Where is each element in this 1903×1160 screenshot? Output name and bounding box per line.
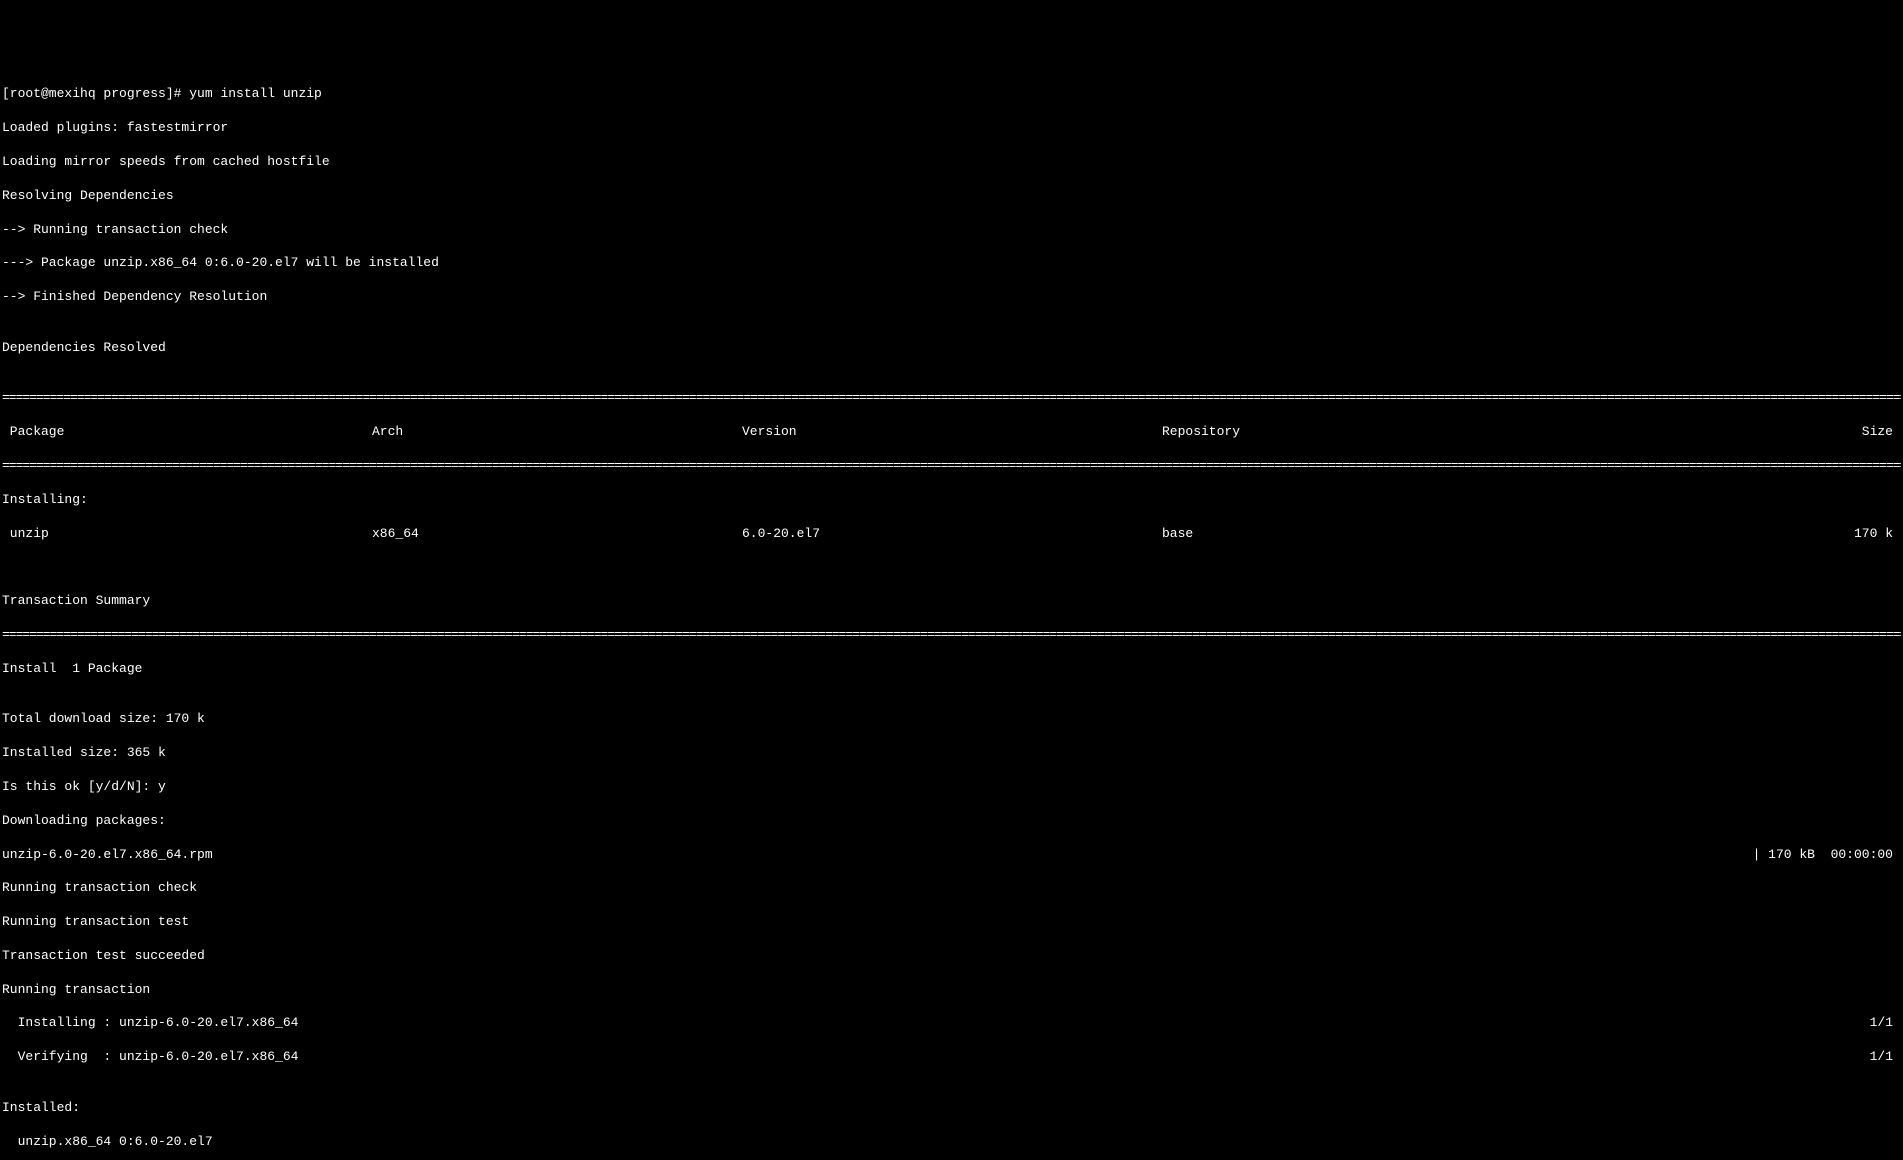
installed-label: Installed: bbox=[2, 1100, 1901, 1117]
command-input[interactable]: yum install unzip bbox=[189, 86, 322, 103]
pkg-version: 6.0-20.el7 bbox=[742, 526, 1162, 543]
output-line: Running transaction test bbox=[2, 914, 1901, 931]
install-count: 1/1 bbox=[1870, 1015, 1901, 1032]
verify-step: Verifying : unzip-6.0-20.el7.x86_64 bbox=[2, 1049, 298, 1066]
output-line: Resolving Dependencies bbox=[2, 188, 1901, 205]
divider: ========================================… bbox=[2, 458, 1901, 475]
download-file: unzip-6.0-20.el7.x86_64.rpm bbox=[2, 847, 213, 864]
divider: ========================================… bbox=[2, 627, 1901, 644]
shell-prompt: [root@mexihq progress]# bbox=[2, 86, 189, 103]
install-step: Installing : unzip-6.0-20.el7.x86_64 bbox=[2, 1015, 298, 1032]
prompt-line[interactable]: [root@mexihq progress]# yum install unzi… bbox=[2, 86, 1901, 103]
header-size: Size bbox=[1532, 424, 1901, 441]
installed-pkg: unzip.x86_64 0:6.0-20.el7 bbox=[2, 1134, 1901, 1151]
output-line: Transaction test succeeded bbox=[2, 948, 1901, 965]
output-line: Loading mirror speeds from cached hostfi… bbox=[2, 154, 1901, 171]
verify-count: 1/1 bbox=[1870, 1049, 1901, 1066]
header-repository: Repository bbox=[1162, 424, 1532, 441]
install-progress-row: Installing : unzip-6.0-20.el7.x86_64 1/1 bbox=[2, 1015, 1901, 1032]
table-header: PackageArchVersionRepositorySize bbox=[2, 424, 1901, 441]
output-line: Running transaction bbox=[2, 982, 1901, 999]
header-arch: Arch bbox=[372, 424, 742, 441]
output-line: Downloading packages: bbox=[2, 813, 1901, 830]
package-row: unzipx86_646.0-20.el7base170 k bbox=[2, 526, 1901, 543]
transaction-summary-label: Transaction Summary bbox=[2, 593, 1901, 610]
blank-line bbox=[2, 559, 1901, 576]
download-progress: | 170 kB 00:00:00 bbox=[1753, 847, 1901, 864]
output-line: ---> Package unzip.x86_64 0:6.0-20.el7 w… bbox=[2, 255, 1901, 272]
header-version: Version bbox=[742, 424, 1162, 441]
download-row: unzip-6.0-20.el7.x86_64.rpm | 170 kB 00:0… bbox=[2, 847, 1901, 864]
output-line: Running transaction check bbox=[2, 880, 1901, 897]
pkg-size: 170 k bbox=[1532, 526, 1901, 543]
confirmation-prompt[interactable]: Is this ok [y/d/N]: y bbox=[2, 779, 1901, 796]
output-line: Loaded plugins: fastestmirror bbox=[2, 120, 1901, 137]
output-line: Dependencies Resolved bbox=[2, 340, 1901, 357]
terminal-output: [root@mexihq progress]# yum install unzi… bbox=[2, 70, 1901, 1160]
verify-progress-row: Verifying : unzip-6.0-20.el7.x86_64 1/1 bbox=[2, 1049, 1901, 1066]
pkg-repo: base bbox=[1162, 526, 1532, 543]
pkg-arch: x86_64 bbox=[372, 526, 742, 543]
install-summary: Install 1 Package bbox=[2, 661, 1901, 678]
output-line: Installed size: 365 k bbox=[2, 745, 1901, 762]
output-line: --> Running transaction check bbox=[2, 222, 1901, 239]
header-package: Package bbox=[2, 424, 372, 441]
pkg-name: unzip bbox=[2, 526, 372, 543]
section-installing: Installing: bbox=[2, 492, 1901, 509]
output-line: Total download size: 170 k bbox=[2, 711, 1901, 728]
output-line: --> Finished Dependency Resolution bbox=[2, 289, 1901, 306]
divider: ========================================… bbox=[2, 390, 1901, 407]
